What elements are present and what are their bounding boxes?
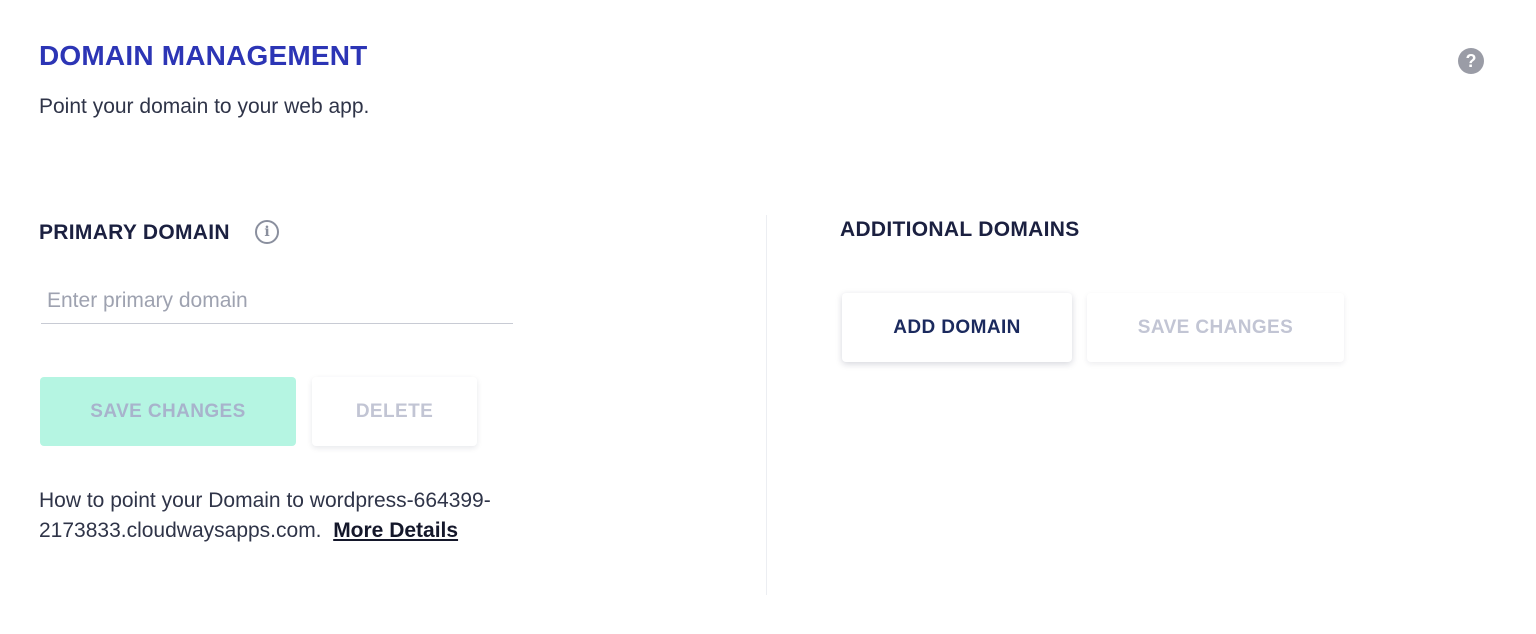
additional-save-changes-button[interactable]: SAVE CHANGES — [1087, 293, 1344, 362]
help-icon[interactable]: ? — [1458, 48, 1484, 74]
primary-save-changes-button[interactable]: SAVE CHANGES — [40, 377, 296, 446]
add-domain-button[interactable]: ADD DOMAIN — [842, 293, 1072, 362]
page-title: DOMAIN MANAGEMENT — [39, 40, 368, 71]
howto-text: How to point your Domain to wordpress-66… — [39, 486, 679, 546]
page-subtitle: Point your domain to your web app. — [39, 95, 370, 118]
delete-button[interactable]: DELETE — [312, 377, 477, 446]
more-details-link[interactable]: More Details — [333, 519, 458, 542]
info-icon[interactable]: i — [255, 220, 279, 244]
primary-domain-input[interactable] — [41, 278, 513, 324]
section-divider — [766, 215, 767, 595]
additional-domains-heading: ADDITIONAL DOMAINS — [840, 218, 1080, 241]
domain-management-panel: DOMAIN MANAGEMENT Point your domain to y… — [0, 0, 1536, 634]
primary-domain-heading: PRIMARY DOMAIN — [39, 221, 230, 244]
